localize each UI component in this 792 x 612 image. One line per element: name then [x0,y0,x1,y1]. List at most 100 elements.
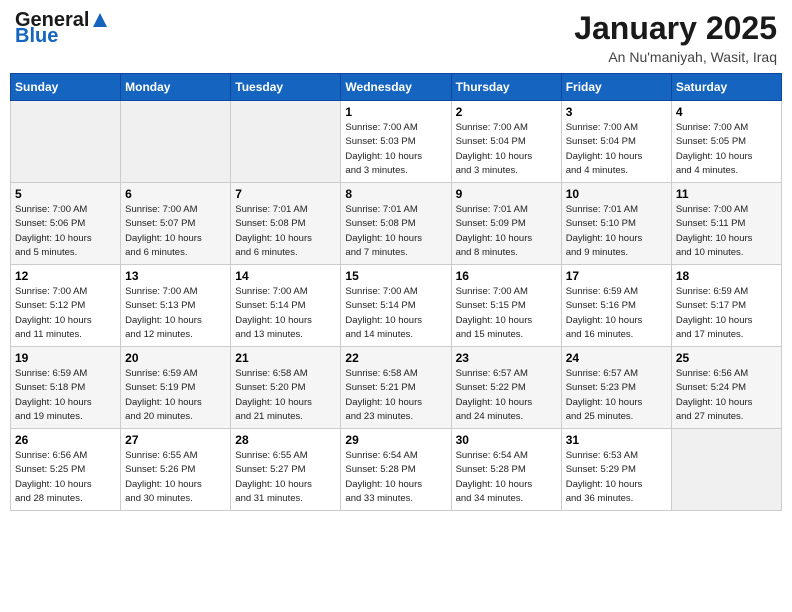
calendar-cell: 6 Sunrise: 7:00 AMSunset: 5:07 PMDaylight… [121,183,231,265]
calendar-cell: 17Sunrise: 6:59 AMSunset: 5:16 PMDayligh… [561,265,671,347]
day-number: 23 [456,351,557,365]
day-number: 12 [15,269,116,283]
day-number: 13 [125,269,226,283]
calendar-week-5: 26 Sunrise: 6:56 AMSunset: 5:25 PMDayligh… [11,429,782,511]
day-detail: Sunrise: 7:00 AMSunset: 5:07 PMDaylight:… [125,203,226,260]
calendar-cell: 2Sunrise: 7:00 AMSunset: 5:04 PMDaylight… [451,101,561,183]
calendar-cell: 4 Sunrise: 7:00 AMSunset: 5:05 PMDaylight… [671,101,781,183]
day-detail: Sunrise: 7:01 AMSunset: 5:08 PMDaylight:… [345,203,446,260]
day-detail: Sunrise: 6:57 AMSunset: 5:23 PMDaylight:… [566,367,667,424]
day-number: 30 [456,433,557,447]
calendar-cell: 7 Sunrise: 7:01 AMSunset: 5:08 PMDaylight… [231,183,341,265]
logo: General Blue [15,10,109,46]
day-number: 15 [345,269,446,283]
day-number: 26 [15,433,116,447]
day-detail: Sunrise: 7:00 AMSunset: 5:15 PMDaylight:… [456,285,557,342]
calendar-week-1: 1Sunrise: 7:00 AMSunset: 5:03 PMDaylight… [11,101,782,183]
day-number: 24 [566,351,667,365]
calendar-header: General Blue January 2025 An Nu'maniyah,… [10,10,782,65]
day-number: 18 [676,269,777,283]
weekday-header-monday: Monday [121,74,231,101]
day-number: 7 [235,187,336,201]
day-number: 5 [15,187,116,201]
calendar-cell: 3 Sunrise: 7:00 AMSunset: 5:04 PMDaylight… [561,101,671,183]
day-detail: Sunrise: 6:58 AMSunset: 5:20 PMDaylight:… [235,367,336,424]
day-number: 10 [566,187,667,201]
title-area: January 2025 An Nu'maniyah, Wasit, Iraq [574,10,777,65]
weekday-header-sunday: Sunday [11,74,121,101]
day-detail: Sunrise: 7:00 AMSunset: 5:13 PMDaylight:… [125,285,226,342]
calendar-cell: 30 Sunrise: 6:54 AMSunset: 5:28 PMDayligh… [451,429,561,511]
day-detail: Sunrise: 7:00 AMSunset: 5:12 PMDaylight:… [15,285,116,342]
day-number: 14 [235,269,336,283]
day-number: 8 [345,187,446,201]
calendar-cell: 29 Sunrise: 6:54 AMSunset: 5:28 PMDayligh… [341,429,451,511]
day-number: 2 [456,105,557,119]
calendar-cell: 16 Sunrise: 7:00 AMSunset: 5:15 PMDayligh… [451,265,561,347]
day-detail: Sunrise: 6:58 AMSunset: 5:21 PMDaylight:… [345,367,446,424]
day-number: 11 [676,187,777,201]
calendar-cell: 14 Sunrise: 7:00 AMSunset: 5:14 PMDayligh… [231,265,341,347]
calendar-cell: 9Sunrise: 7:01 AMSunset: 5:09 PMDaylight… [451,183,561,265]
day-detail: Sunrise: 7:00 AMSunset: 5:05 PMDaylight:… [676,121,777,178]
calendar-cell: 31 Sunrise: 6:53 AMSunset: 5:29 PMDayligh… [561,429,671,511]
weekday-header-saturday: Saturday [671,74,781,101]
day-detail: Sunrise: 6:59 AMSunset: 5:17 PMDaylight:… [676,285,777,342]
day-detail: Sunrise: 7:00 AMSunset: 5:14 PMDaylight:… [235,285,336,342]
day-number: 9 [456,187,557,201]
day-number: 20 [125,351,226,365]
calendar-cell [231,101,341,183]
day-detail: Sunrise: 6:59 AMSunset: 5:16 PMDaylight:… [566,285,667,342]
calendar-title: January 2025 [574,10,777,47]
day-detail: Sunrise: 7:01 AMSunset: 5:08 PMDaylight:… [235,203,336,260]
day-number: 19 [15,351,116,365]
day-detail: Sunrise: 6:56 AMSunset: 5:25 PMDaylight:… [15,449,116,506]
calendar-cell: 21 Sunrise: 6:58 AMSunset: 5:20 PMDayligh… [231,347,341,429]
day-detail: Sunrise: 6:54 AMSunset: 5:28 PMDaylight:… [345,449,446,506]
calendar-cell: 26 Sunrise: 6:56 AMSunset: 5:25 PMDayligh… [11,429,121,511]
calendar-cell [121,101,231,183]
calendar-cell: 20 Sunrise: 6:59 AMSunset: 5:19 PMDayligh… [121,347,231,429]
day-number: 22 [345,351,446,365]
day-number: 4 [676,105,777,119]
weekday-header-thursday: Thursday [451,74,561,101]
day-detail: Sunrise: 7:00 AMSunset: 5:11 PMDaylight:… [676,203,777,260]
calendar-cell: 12 Sunrise: 7:00 AMSunset: 5:12 PMDayligh… [11,265,121,347]
day-detail: Sunrise: 6:54 AMSunset: 5:28 PMDaylight:… [456,449,557,506]
logo-blue: Blue [15,26,109,46]
calendar-cell: 22 Sunrise: 6:58 AMSunset: 5:21 PMDayligh… [341,347,451,429]
calendar-cell: 27 Sunrise: 6:55 AMSunset: 5:26 PMDayligh… [121,429,231,511]
calendar-table: SundayMondayTuesdayWednesdayThursdayFrid… [10,73,782,511]
day-detail: Sunrise: 6:55 AMSunset: 5:26 PMDaylight:… [125,449,226,506]
day-detail: Sunrise: 6:59 AMSunset: 5:19 PMDaylight:… [125,367,226,424]
day-number: 27 [125,433,226,447]
day-number: 3 [566,105,667,119]
calendar-cell: 1Sunrise: 7:00 AMSunset: 5:03 PMDaylight… [341,101,451,183]
calendar-cell: 28 Sunrise: 6:55 AMSunset: 5:27 PMDayligh… [231,429,341,511]
calendar-subtitle: An Nu'maniyah, Wasit, Iraq [574,49,777,65]
weekday-header-tuesday: Tuesday [231,74,341,101]
day-detail: Sunrise: 7:00 AMSunset: 5:06 PMDaylight:… [15,203,116,260]
day-detail: Sunrise: 6:59 AMSunset: 5:18 PMDaylight:… [15,367,116,424]
day-number: 16 [456,269,557,283]
calendar-week-4: 19 Sunrise: 6:59 AMSunset: 5:18 PMDayligh… [11,347,782,429]
day-number: 31 [566,433,667,447]
day-detail: Sunrise: 7:00 AMSunset: 5:04 PMDaylight:… [566,121,667,178]
calendar-cell: 24 Sunrise: 6:57 AMSunset: 5:23 PMDayligh… [561,347,671,429]
calendar-cell: 10Sunrise: 7:01 AMSunset: 5:10 PMDayligh… [561,183,671,265]
day-detail: Sunrise: 7:00 AMSunset: 5:14 PMDaylight:… [345,285,446,342]
weekday-header-row: SundayMondayTuesdayWednesdayThursdayFrid… [11,74,782,101]
calendar-cell [671,429,781,511]
calendar-cell: 5 Sunrise: 7:00 AMSunset: 5:06 PMDaylight… [11,183,121,265]
day-detail: Sunrise: 6:55 AMSunset: 5:27 PMDaylight:… [235,449,336,506]
day-number: 6 [125,187,226,201]
day-detail: Sunrise: 6:53 AMSunset: 5:29 PMDaylight:… [566,449,667,506]
calendar-cell: 25Sunrise: 6:56 AMSunset: 5:24 PMDayligh… [671,347,781,429]
calendar-cell [11,101,121,183]
calendar-cell: 23Sunrise: 6:57 AMSunset: 5:22 PMDayligh… [451,347,561,429]
day-number: 28 [235,433,336,447]
day-detail: Sunrise: 7:00 AMSunset: 5:03 PMDaylight:… [345,121,446,178]
day-number: 21 [235,351,336,365]
day-number: 29 [345,433,446,447]
calendar-cell: 13 Sunrise: 7:00 AMSunset: 5:13 PMDayligh… [121,265,231,347]
